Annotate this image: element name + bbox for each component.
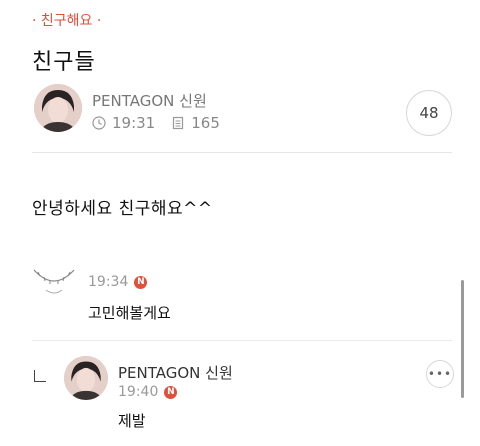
document-icon [171, 116, 185, 130]
reply-author-avatar[interactable] [64, 356, 108, 400]
commenter-avatar[interactable] [32, 266, 76, 298]
comment-count-button[interactable]: 48 [406, 90, 452, 136]
post-time: 19:31 [112, 114, 156, 132]
reply-time: 19:40 N [118, 384, 178, 400]
comment-time: 19:34 N [88, 274, 148, 290]
reply-time-text: 19:40 [118, 384, 159, 400]
new-badge: N [164, 385, 178, 399]
divider [32, 152, 452, 153]
view-count: 165 [191, 114, 220, 132]
new-badge: N [134, 275, 148, 289]
comment-time-text: 19:34 [88, 274, 129, 290]
scrollbar[interactable] [461, 280, 464, 398]
post-body: 안녕하세요 친구해요^^ [32, 199, 213, 219]
post-meta: 19:31 165 [92, 114, 220, 132]
more-icon[interactable]: ••• [426, 360, 454, 388]
clock-icon [92, 116, 106, 130]
divider [32, 340, 452, 341]
author-name[interactable]: PENTAGON 신원 [92, 90, 207, 111]
reply-author-name[interactable]: PENTAGON 신원 [118, 362, 233, 383]
reply-icon [34, 370, 46, 382]
author-row: PENTAGON 신원 19:31 165 48 [32, 84, 452, 140]
post-title: 친구들 [32, 50, 96, 75]
author-avatar[interactable] [34, 84, 82, 132]
comment-text: 고민해볼게요 [88, 304, 171, 322]
reply-text: 제발 [118, 412, 146, 430]
category-label[interactable]: · 친구해요 · [32, 10, 101, 30]
